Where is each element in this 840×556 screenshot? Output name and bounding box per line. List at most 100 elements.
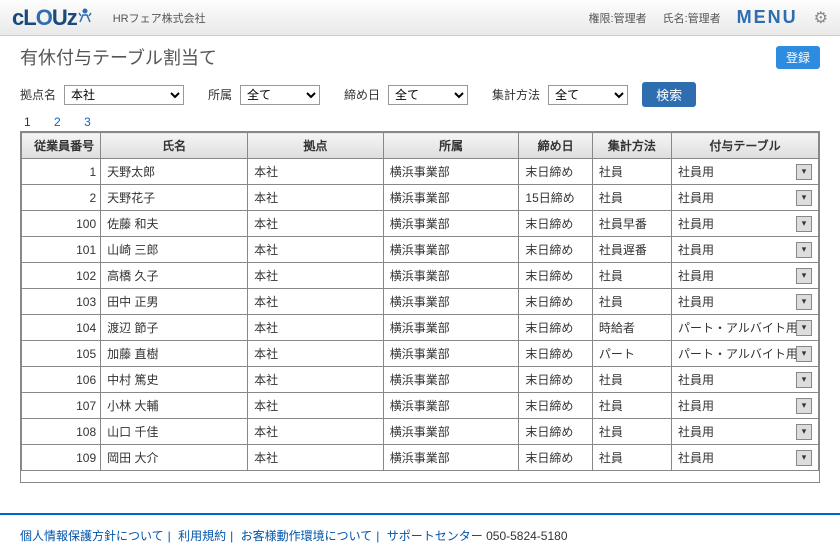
cell-name: 山崎 三郎 xyxy=(101,237,248,263)
cell-aggregation: 社員 xyxy=(592,445,671,471)
chevron-down-icon[interactable]: ▾ xyxy=(796,450,812,466)
cell-closing: 末日締め xyxy=(519,367,592,393)
cell-department: 横浜事業部 xyxy=(383,367,519,393)
cell-closing: 末日締め xyxy=(519,419,592,445)
cell-name: 天野太郎 xyxy=(101,159,248,185)
cell-assign: 社員用▾ xyxy=(671,289,818,315)
table-row: 105加藤 直樹本社横浜事業部末日締めパートパート・アルバイト用▾ xyxy=(22,341,819,367)
cell-name: 佐藤 和夫 xyxy=(101,211,248,237)
gear-icon[interactable]: ⚙ xyxy=(814,8,828,28)
footer-phone: 050-5824-5180 xyxy=(486,529,567,543)
aggregation-select[interactable]: 全て xyxy=(548,85,628,105)
search-button[interactable]: 検索 xyxy=(642,82,696,107)
cell-num: 109 xyxy=(22,445,101,471)
footer-env[interactable]: お客様動作環境について xyxy=(241,529,373,543)
cell-closing: 末日締め xyxy=(519,315,592,341)
cell-location: 本社 xyxy=(248,341,384,367)
cell-closing: 末日締め xyxy=(519,445,592,471)
chevron-down-icon[interactable]: ▾ xyxy=(796,320,812,336)
cell-assign: 社員用▾ xyxy=(671,263,818,289)
cell-assign: 社員用▾ xyxy=(671,419,818,445)
cell-aggregation: 社員 xyxy=(592,419,671,445)
cell-num: 103 xyxy=(22,289,101,315)
page-current: 1 xyxy=(24,115,31,129)
cell-location: 本社 xyxy=(248,445,384,471)
table-row: 1天野太郎本社横浜事業部末日締め社員社員用▾ xyxy=(22,159,819,185)
menu-button[interactable]: MENU xyxy=(737,7,798,28)
table-row: 108山口 千佳本社横浜事業部末日締め社員社員用▾ xyxy=(22,419,819,445)
location-select[interactable]: 本社 xyxy=(64,85,184,105)
chevron-down-icon[interactable]: ▾ xyxy=(796,164,812,180)
cell-assign: パート・アルバイト用▾ xyxy=(671,341,818,367)
col-assign-table: 付与テーブル xyxy=(671,133,818,159)
cell-aggregation: 社員早番 xyxy=(592,211,671,237)
cell-assign: 社員用▾ xyxy=(671,159,818,185)
cell-closing: 末日締め xyxy=(519,341,592,367)
footer-privacy[interactable]: 個人情報保護方針について xyxy=(20,529,164,543)
chevron-down-icon[interactable]: ▾ xyxy=(796,346,812,362)
cell-num: 102 xyxy=(22,263,101,289)
chevron-down-icon[interactable]: ▾ xyxy=(796,216,812,232)
cell-department: 横浜事業部 xyxy=(383,393,519,419)
closing-select[interactable]: 全て xyxy=(388,85,468,105)
cell-aggregation: 時給者 xyxy=(592,315,671,341)
chevron-down-icon[interactable]: ▾ xyxy=(796,372,812,388)
cell-num: 100 xyxy=(22,211,101,237)
cell-location: 本社 xyxy=(248,393,384,419)
app-header: cLOUz HRフェア株式会社 権限:管理者 氏名:管理者 MENU ⚙ xyxy=(0,0,840,36)
cell-location: 本社 xyxy=(248,211,384,237)
register-button[interactable]: 登録 xyxy=(776,46,820,69)
cell-department: 横浜事業部 xyxy=(383,211,519,237)
closing-label: 締め日 xyxy=(344,86,380,103)
chevron-down-icon[interactable]: ▾ xyxy=(796,294,812,310)
footer-terms[interactable]: 利用規約 xyxy=(178,529,226,543)
cell-num: 108 xyxy=(22,419,101,445)
col-aggregation: 集計方法 xyxy=(592,133,671,159)
cell-aggregation: 社員遅番 xyxy=(592,237,671,263)
cell-department: 横浜事業部 xyxy=(383,237,519,263)
footer-support[interactable]: サポートセンター xyxy=(387,529,483,543)
cell-department: 横浜事業部 xyxy=(383,341,519,367)
cell-aggregation: 社員 xyxy=(592,367,671,393)
cell-aggregation: パート xyxy=(592,341,671,367)
cell-closing: 末日締め xyxy=(519,393,592,419)
cell-assign: 社員用▾ xyxy=(671,237,818,263)
cell-department: 横浜事業部 xyxy=(383,445,519,471)
logo: cLOUz xyxy=(12,5,93,31)
col-department: 所属 xyxy=(383,133,519,159)
chevron-down-icon[interactable]: ▾ xyxy=(796,424,812,440)
chevron-down-icon[interactable]: ▾ xyxy=(796,398,812,414)
cell-assign: パート・アルバイト用▾ xyxy=(671,315,818,341)
cell-closing: 末日締め xyxy=(519,289,592,315)
page-title: 有休付与テーブル割当て xyxy=(20,44,217,70)
table-row: 100佐藤 和夫本社横浜事業部末日締め社員早番社員用▾ xyxy=(22,211,819,237)
cell-department: 横浜事業部 xyxy=(383,159,519,185)
cell-department: 横浜事業部 xyxy=(383,185,519,211)
employee-table: 従業員番号 氏名 拠点 所属 締め日 集計方法 付与テーブル 1天野太郎本社横浜… xyxy=(21,132,819,471)
page-link-3[interactable]: 3 xyxy=(84,115,91,129)
cell-num: 105 xyxy=(22,341,101,367)
chevron-down-icon[interactable]: ▾ xyxy=(796,190,812,206)
cell-name: 加藤 直樹 xyxy=(101,341,248,367)
table-row: 101山崎 三郎本社横浜事業部末日締め社員遅番社員用▾ xyxy=(22,237,819,263)
cell-name: 岡田 大介 xyxy=(101,445,248,471)
chevron-down-icon[interactable]: ▾ xyxy=(796,268,812,284)
page-link-2[interactable]: 2 xyxy=(54,115,61,129)
table-row: 2天野花子本社横浜事業部15日締め社員社員用▾ xyxy=(22,185,819,211)
footer: 個人情報保護方針について| 利用規約| お客様動作環境について| サポートセンタ… xyxy=(0,513,840,556)
table-row: 109岡田 大介本社横浜事業部末日締め社員社員用▾ xyxy=(22,445,819,471)
role-label: 権限:管理者 xyxy=(589,10,647,26)
table-container[interactable]: 従業員番号 氏名 拠点 所属 締め日 集計方法 付与テーブル 1天野太郎本社横浜… xyxy=(20,131,820,483)
chevron-down-icon[interactable]: ▾ xyxy=(796,242,812,258)
cell-assign: 社員用▾ xyxy=(671,367,818,393)
cell-assign: 社員用▾ xyxy=(671,211,818,237)
cell-department: 横浜事業部 xyxy=(383,419,519,445)
cell-location: 本社 xyxy=(248,237,384,263)
cell-assign: 社員用▾ xyxy=(671,393,818,419)
col-location: 拠点 xyxy=(248,133,384,159)
company-name: HRフェア株式会社 xyxy=(113,10,206,26)
cell-aggregation: 社員 xyxy=(592,289,671,315)
pager: 1 2 3 xyxy=(20,115,820,129)
department-select[interactable]: 全て xyxy=(240,85,320,105)
table-row: 107小林 大輔本社横浜事業部末日締め社員社員用▾ xyxy=(22,393,819,419)
